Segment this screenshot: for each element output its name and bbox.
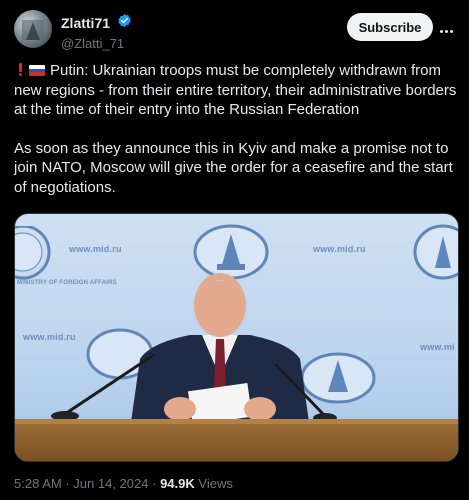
post-paragraph-1: Putin: Ukrainian troops must be complete… <box>14 61 460 120</box>
ministry-emblem-icon <box>413 224 458 280</box>
post-header: Zlatti71 @Zlatti_71 Subscribe <box>14 10 460 51</box>
post-meta: 5:28 AM · Jun 14, 2024 · 94.9K Views <box>14 476 233 491</box>
avatar-image <box>22 20 44 40</box>
wall-url: www.mid.ru <box>23 332 76 342</box>
author-handle[interactable]: @Zlatti_71 <box>61 36 132 51</box>
wall-url: www.mid.ru <box>313 244 366 254</box>
wall-url: www.mid.ru <box>69 244 122 254</box>
views-label: Views <box>198 476 233 491</box>
views-count: 94.9K <box>160 476 195 491</box>
post-video[interactable]: MINISTRY OF FOREIGN AFFAIRS www.mid.ru w… <box>14 213 459 462</box>
microphone-icon <box>51 354 156 421</box>
more-options-icon[interactable] <box>440 20 460 34</box>
post-text: Putin: Ukrainian troops must be complete… <box>14 61 460 216</box>
display-name[interactable]: Zlatti71 <box>61 15 110 31</box>
wall-label: MINISTRY OF FOREIGN AFFAIRS <box>17 280 117 286</box>
post-time[interactable]: 5:28 AM <box>14 476 62 491</box>
desk <box>15 424 458 461</box>
author-names: Zlatti71 @Zlatti_71 <box>61 13 132 51</box>
meta-separator: · <box>65 476 70 491</box>
post-date[interactable]: Jun 14, 2024 <box>73 476 148 491</box>
russian-flag-icon <box>29 65 45 76</box>
avatar[interactable] <box>14 10 52 48</box>
ministry-emblem-icon <box>15 226 51 280</box>
meta-separator: · <box>152 476 157 491</box>
microphone-icon <box>275 364 337 423</box>
wall-url: www.mi <box>420 342 455 352</box>
exclamation-icon <box>18 63 23 76</box>
verified-badge-icon <box>117 13 132 33</box>
post-paragraph-1-text: Putin: Ukrainian troops must be complete… <box>14 62 457 118</box>
post-paragraph-2: As soon as they announce this in Kyiv an… <box>14 139 453 196</box>
subscribe-button[interactable]: Subscribe <box>347 13 433 41</box>
